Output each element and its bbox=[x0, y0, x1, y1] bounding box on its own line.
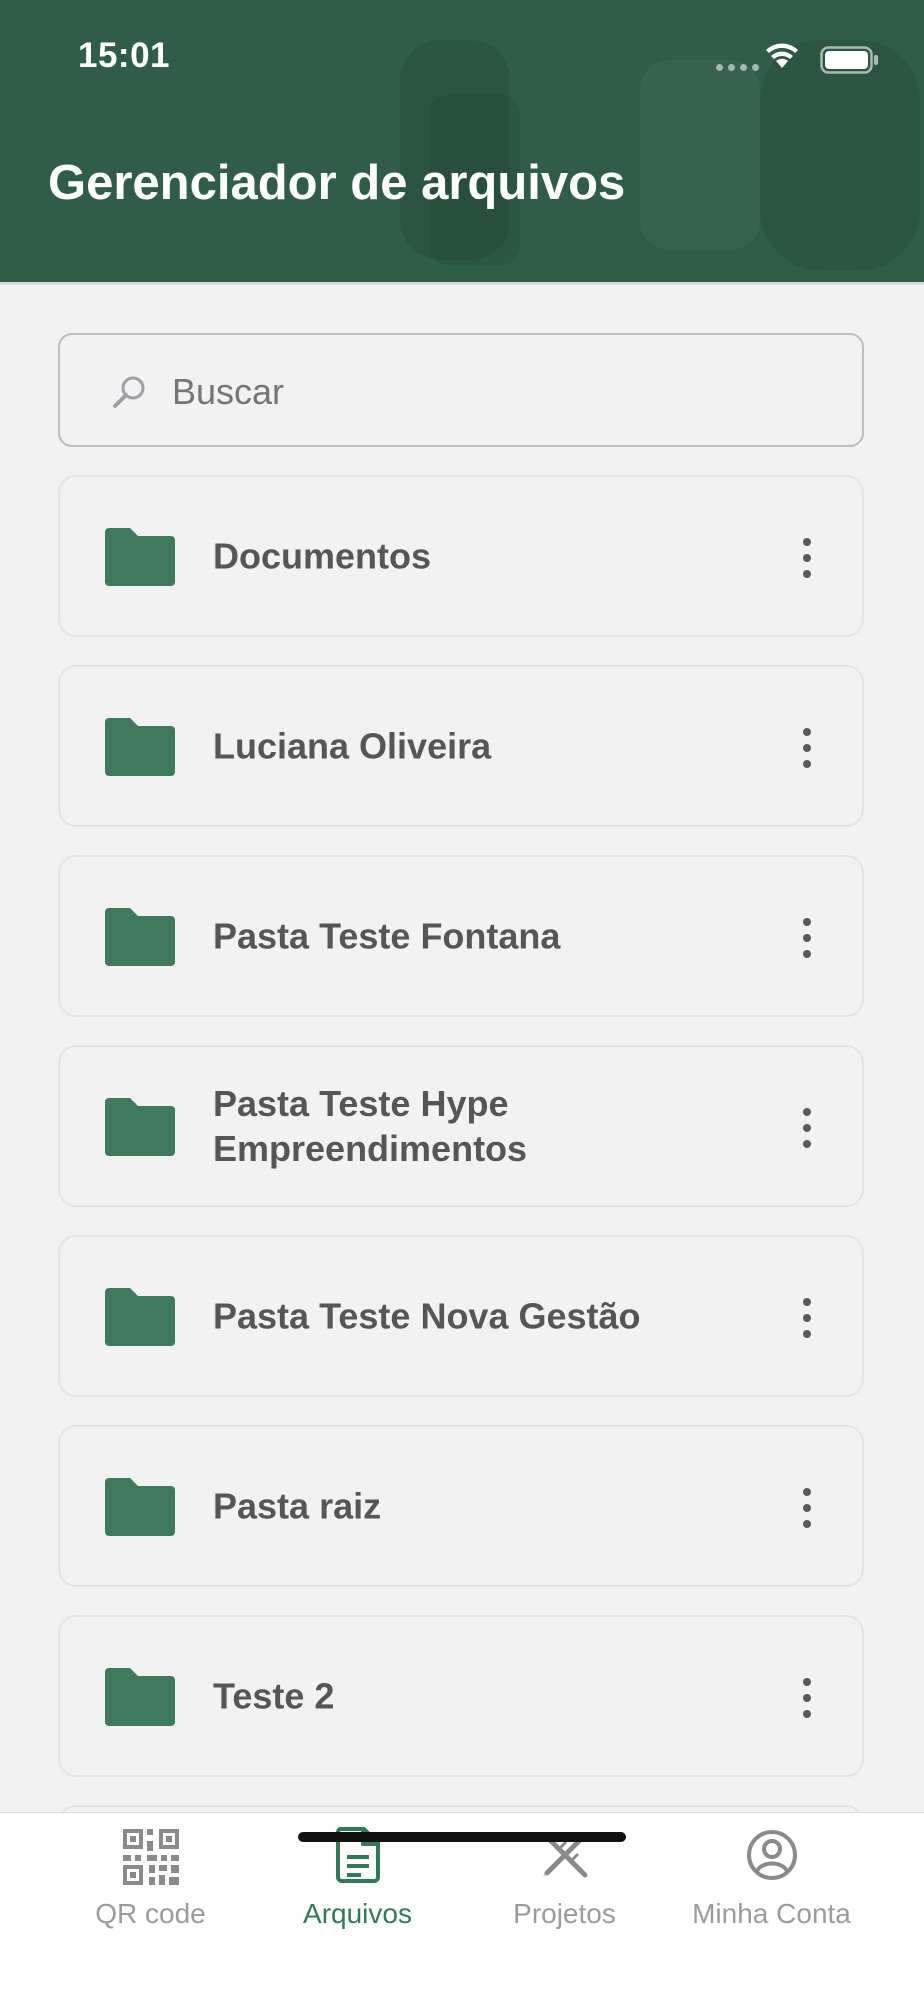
header-background-image bbox=[640, 60, 760, 250]
more-options-icon[interactable] bbox=[792, 538, 822, 578]
wifi-icon bbox=[766, 43, 798, 68]
folder-icon bbox=[105, 718, 175, 776]
search-icon bbox=[113, 376, 145, 408]
page-title: Gerenciador de arquivos bbox=[48, 156, 626, 210]
more-options-icon[interactable] bbox=[792, 1678, 822, 1718]
tab-minha-conta[interactable]: Minha Conta bbox=[656, 1813, 887, 1943]
more-options-icon[interactable] bbox=[792, 1108, 822, 1148]
tab-label: QR code bbox=[95, 1898, 206, 1929]
folder-name: Pasta Teste Fontana bbox=[213, 915, 561, 957]
folder-icon bbox=[105, 1288, 175, 1346]
folder-item[interactable]: Pasta raiz bbox=[58, 1425, 864, 1587]
more-options-icon[interactable] bbox=[792, 728, 822, 768]
home-indicator bbox=[298, 1832, 626, 1842]
cellular-signal-icon bbox=[716, 64, 759, 71]
folder-icon bbox=[105, 1668, 175, 1726]
battery-icon bbox=[820, 46, 878, 74]
folder-item[interactable]: Pasta Teste Nova Gestão bbox=[58, 1235, 864, 1397]
tab-qr-code[interactable]: QR code bbox=[35, 1813, 266, 1943]
folder-name: Teste 2 bbox=[213, 1675, 335, 1717]
folder-name: Pasta Teste Nova Gestão bbox=[213, 1295, 641, 1337]
folder-item[interactable]: Pasta Teste Fontana bbox=[58, 855, 864, 1017]
folder-icon bbox=[105, 1478, 175, 1536]
folder-item[interactable]: Luciana Oliveira bbox=[58, 665, 864, 827]
tab-label: Arquivos bbox=[303, 1898, 412, 1929]
folder-item[interactable]: Documentos bbox=[58, 475, 864, 637]
account-circle-icon bbox=[746, 1830, 797, 1880]
more-options-icon[interactable] bbox=[792, 918, 822, 958]
folder-icon bbox=[105, 528, 175, 586]
folder-item[interactable]: Teste 2 bbox=[58, 1615, 864, 1777]
tab-label: Projetos bbox=[513, 1898, 616, 1929]
folder-item[interactable]: Pasta Teste Hype Empreendimentos bbox=[58, 1045, 864, 1207]
search-box[interactable] bbox=[58, 333, 864, 447]
folder-name: Documentos bbox=[213, 535, 432, 577]
folder-name: Pasta raiz bbox=[213, 1485, 382, 1527]
more-options-icon[interactable] bbox=[792, 1488, 822, 1528]
folder-name: Luciana Oliveira bbox=[213, 725, 492, 767]
qr-code-icon bbox=[122, 1829, 179, 1885]
app-header: 15:01 Gerenciador de arquivos bbox=[0, 0, 924, 285]
header-background-image bbox=[760, 40, 920, 270]
status-time: 15:01 bbox=[78, 36, 171, 75]
search-input[interactable] bbox=[170, 363, 834, 421]
folder-icon bbox=[105, 908, 175, 966]
tab-label: Minha Conta bbox=[692, 1898, 851, 1929]
more-options-icon[interactable] bbox=[792, 1298, 822, 1338]
folder-name: Pasta Teste Hype Empreendimentos bbox=[213, 1083, 528, 1169]
folder-icon bbox=[105, 1098, 175, 1156]
